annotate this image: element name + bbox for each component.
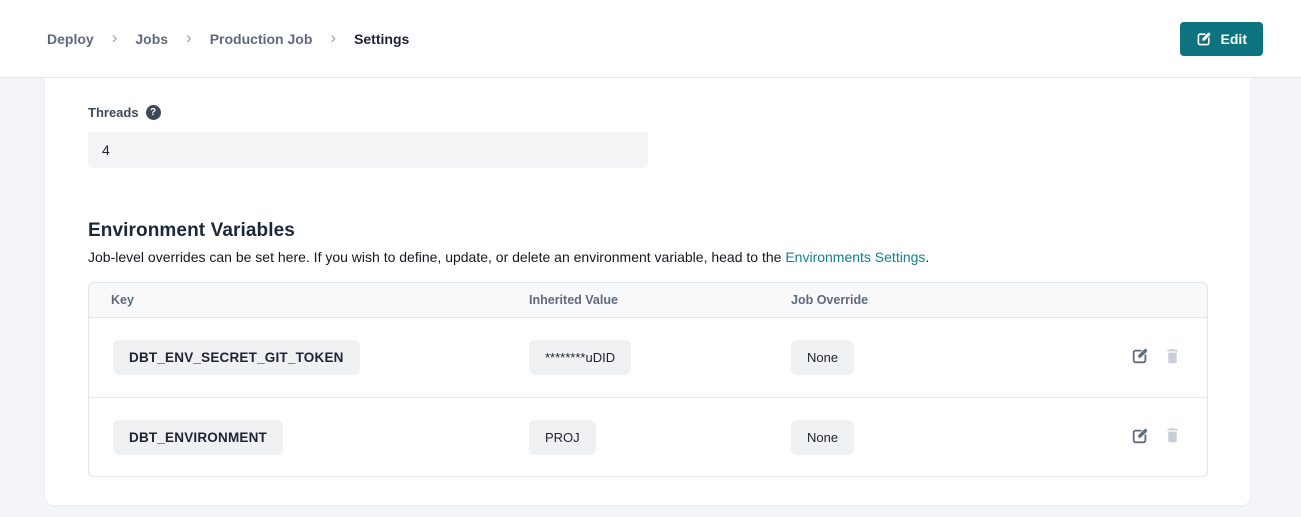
delete-row-button[interactable] — [1164, 427, 1181, 447]
environment-variables-title: Environment Variables — [88, 220, 1250, 242]
env-var-job-override: None — [791, 420, 854, 455]
breadcrumb-item-production-job[interactable]: Production Job — [210, 31, 313, 47]
description-text: Job-level overrides can be set here. If … — [88, 249, 785, 265]
edit-row-button[interactable] — [1131, 427, 1149, 448]
help-icon[interactable]: ? — [146, 105, 161, 120]
pencil-square-icon — [1196, 31, 1212, 47]
breadcrumb-item-deploy[interactable]: Deploy — [47, 31, 94, 47]
environment-variables-section: Environment Variables Job-level override… — [88, 220, 1250, 477]
chevron-right-icon: › — [112, 29, 118, 46]
threads-field: Threads ? — [88, 105, 1250, 168]
trash-icon — [1164, 348, 1181, 368]
edit-button-label: Edit — [1221, 31, 1247, 47]
table-header-row: Key Inherited Value Job Override — [89, 283, 1207, 318]
breadcrumb: Deploy › Jobs › Production Job › Setting… — [47, 30, 409, 47]
pencil-square-icon — [1131, 347, 1149, 368]
pencil-square-icon — [1131, 427, 1149, 448]
trash-icon — [1164, 427, 1181, 447]
env-var-job-override: None — [791, 340, 854, 375]
breadcrumb-item-jobs[interactable]: Jobs — [135, 31, 168, 47]
breadcrumb-item-settings: Settings — [354, 31, 409, 47]
env-var-inherited-value: ********uDID — [529, 340, 631, 375]
env-var-key: DBT_ENV_SECRET_GIT_TOKEN — [113, 340, 360, 375]
column-header-key: Key — [89, 293, 529, 307]
settings-card: Threads ? Environment Variables Job-leve… — [45, 78, 1250, 505]
column-header-job-override: Job Override — [791, 293, 1031, 307]
table-row: DBT_ENVIRONMENT PROJ None — [89, 397, 1207, 476]
main-content: Threads ? Environment Variables Job-leve… — [0, 78, 1301, 517]
edit-row-button[interactable] — [1131, 347, 1149, 368]
chevron-right-icon: › — [330, 29, 336, 46]
env-var-key: DBT_ENVIRONMENT — [113, 420, 283, 455]
column-header-inherited-value: Inherited Value — [529, 293, 791, 307]
delete-row-button[interactable] — [1164, 348, 1181, 368]
env-vars-table: Key Inherited Value Job Override DBT_ENV… — [88, 282, 1208, 477]
env-var-inherited-value: PROJ — [529, 420, 596, 455]
table-row: DBT_ENV_SECRET_GIT_TOKEN ********uDID No… — [89, 318, 1207, 397]
description-period: . — [925, 249, 929, 265]
edit-button[interactable]: Edit — [1180, 22, 1263, 56]
threads-input[interactable] — [88, 132, 648, 168]
top-header: Deploy › Jobs › Production Job › Setting… — [0, 0, 1301, 78]
environments-settings-link[interactable]: Environments Settings — [785, 249, 925, 265]
environment-variables-description: Job-level overrides can be set here. If … — [88, 249, 1250, 265]
chevron-right-icon: › — [186, 29, 192, 46]
threads-label: Threads — [88, 105, 139, 120]
